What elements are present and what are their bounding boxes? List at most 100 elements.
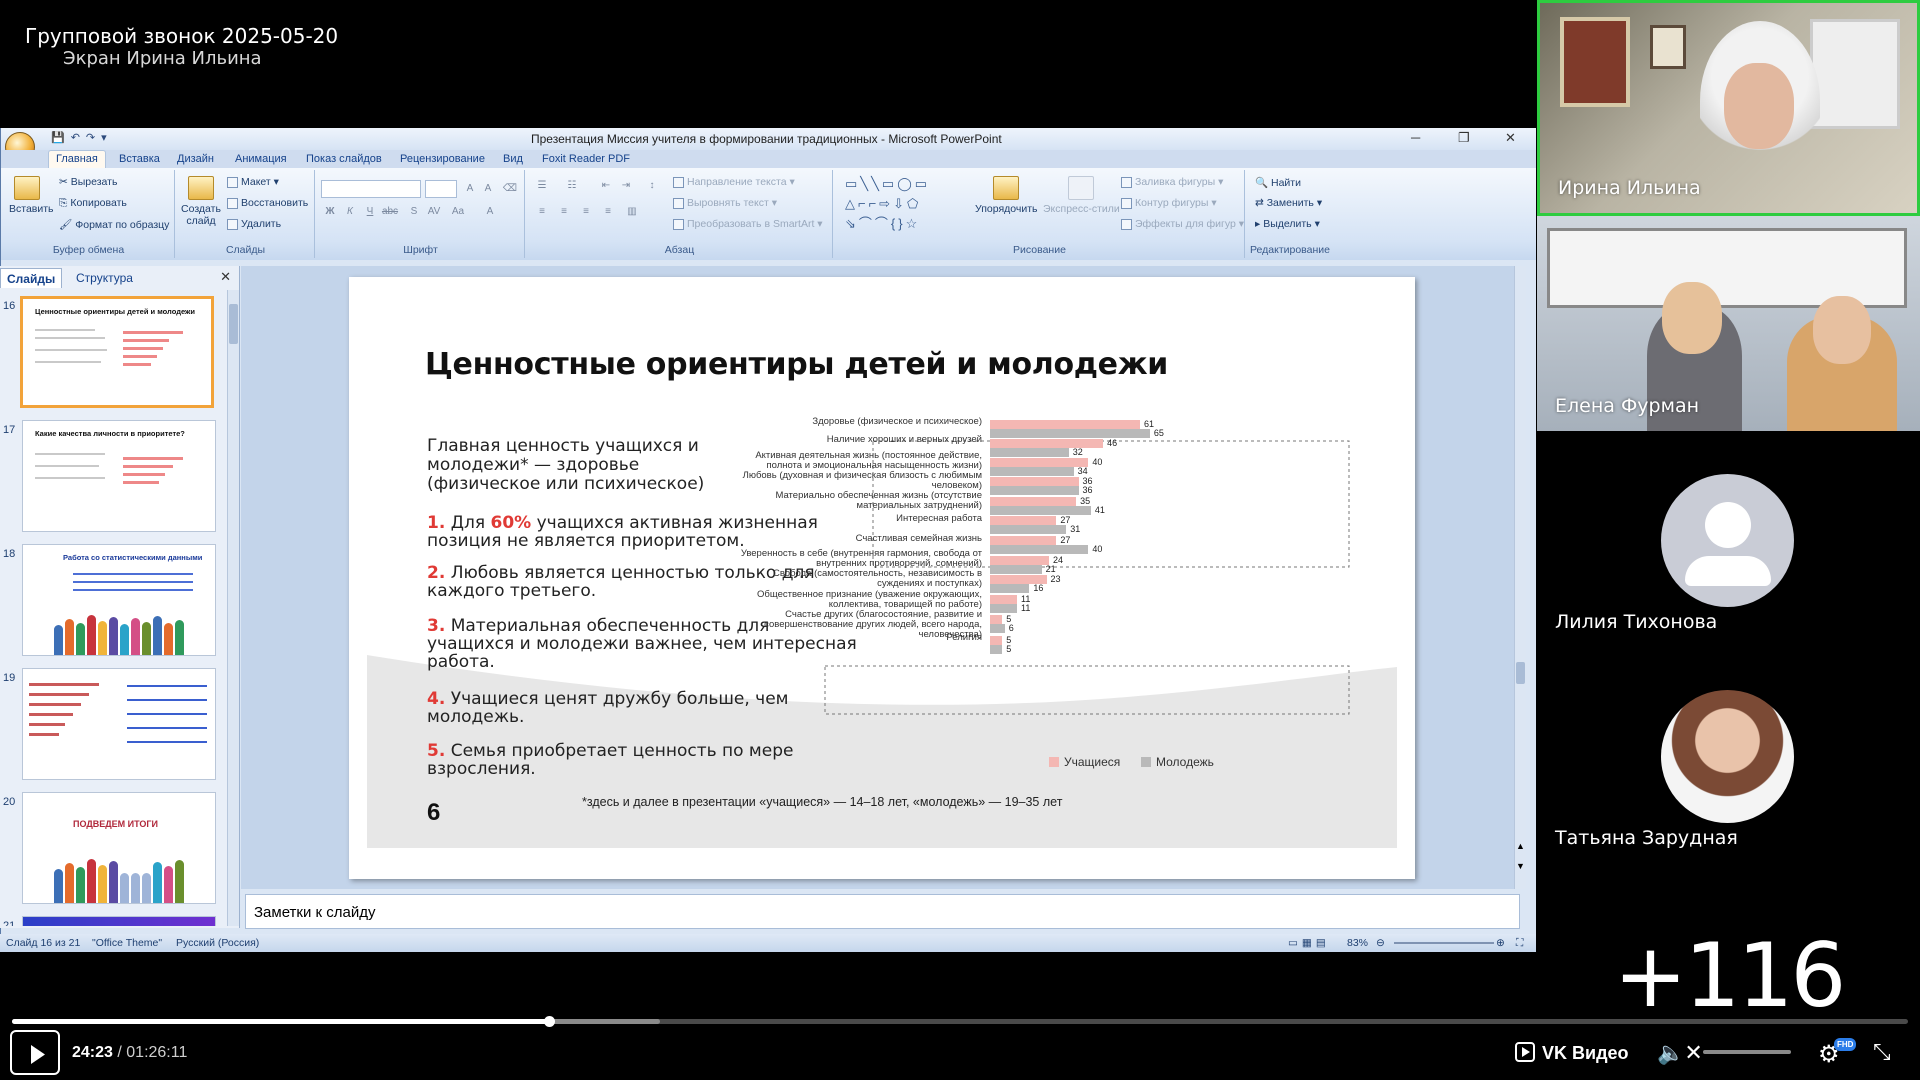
copy-button[interactable]: ⎘ Копировать: [59, 197, 127, 210]
shape-outline-button[interactable]: Контур фигуры ▾: [1121, 197, 1217, 209]
font-color-icon[interactable]: A: [481, 204, 499, 220]
thumb-slide-18[interactable]: Работа со статистическими данными: [22, 544, 216, 656]
replace-button[interactable]: ⇄ Заменить ▾: [1255, 197, 1322, 209]
format-painter-button[interactable]: 🖌 Формат по образцу: [59, 218, 169, 231]
layout-button[interactable]: Макет ▾: [227, 176, 279, 188]
select-button[interactable]: ▸ Выделить ▾: [1255, 218, 1320, 230]
thumb-line: [35, 349, 107, 351]
slide-notes[interactable]: Заметки к слайду: [245, 894, 1520, 929]
indent-icon[interactable]: ⇥: [617, 178, 635, 194]
mute-icon[interactable]: 🔈✕: [1657, 1040, 1703, 1066]
thumb-slide-16[interactable]: Ценностные ориентиры детей и молодежи: [20, 296, 214, 408]
next-slide-icon[interactable]: ▼: [1515, 861, 1526, 871]
thumb-slide-21[interactable]: [22, 916, 216, 926]
shape-effects-button[interactable]: Эффекты для фигур ▾: [1121, 218, 1244, 230]
shadow-icon[interactable]: S: [405, 204, 423, 220]
bar-value: 23: [1050, 574, 1061, 584]
play-button[interactable]: [10, 1030, 60, 1075]
cut-button[interactable]: ✂ Вырезать: [59, 176, 117, 188]
text-direction-button[interactable]: Направление текста ▾: [673, 176, 795, 188]
align-left-icon[interactable]: ≡: [533, 204, 551, 220]
quick-access-toolbar[interactable]: 💾↶↷▾: [51, 131, 113, 144]
paste-button[interactable]: Вставить: [9, 176, 54, 215]
smartart-button[interactable]: Преобразовать в SmartArt ▾: [673, 218, 823, 230]
zoom-slider[interactable]: [1394, 942, 1494, 944]
delete-slide-button[interactable]: Удалить: [227, 218, 281, 230]
font-name-combo[interactable]: [321, 180, 421, 198]
zoom-out-icon[interactable]: ⊖: [1376, 937, 1385, 949]
fullscreen-exit-icon[interactable]: ⤡: [1873, 1039, 1891, 1065]
tab-view[interactable]: Вид: [503, 153, 523, 165]
volume-slider[interactable]: [1703, 1050, 1791, 1054]
thumb-bar: [123, 473, 165, 476]
more-participants-count[interactable]: +116: [1537, 924, 1920, 1027]
wall-frame: [1650, 25, 1686, 69]
columns-icon[interactable]: ▥: [623, 204, 641, 220]
align-center-icon[interactable]: ≡: [555, 204, 573, 220]
grow-font-icon[interactable]: A: [461, 181, 479, 197]
progress-knob[interactable]: [543, 1016, 555, 1027]
thumb-slide-20[interactable]: ПОДВЕДЕМ ИТОГИ: [22, 792, 216, 904]
language-label: Русский (Россия): [176, 937, 260, 949]
quick-styles-button[interactable]: Экспресс-стили: [1043, 176, 1120, 215]
bar-value: 27: [1060, 515, 1071, 525]
find-button[interactable]: 🔍 Найти: [1255, 176, 1301, 189]
case-icon[interactable]: Aa: [449, 204, 467, 220]
participant-tile-3[interactable]: Лилия Тихонова: [1537, 432, 1920, 647]
participant-tile-1[interactable]: Ирина Ильина: [1537, 0, 1920, 216]
tab-insert[interactable]: Вставка: [119, 153, 160, 165]
italic-icon[interactable]: К: [341, 204, 359, 220]
shape-fill-button[interactable]: Заливка фигуры ▾: [1121, 176, 1223, 188]
tab-slideshow[interactable]: Показ слайдов: [306, 153, 382, 165]
prev-slide-icon[interactable]: ▲: [1515, 841, 1526, 851]
participant-tile-2[interactable]: Елена Фурман: [1537, 216, 1920, 431]
tab-outline[interactable]: Структура: [70, 268, 139, 288]
spacing-icon[interactable]: AV: [425, 204, 443, 220]
outdent-icon[interactable]: ⇤: [597, 178, 615, 194]
clear-format-icon[interactable]: ⌫: [501, 181, 519, 197]
tab-design[interactable]: Дизайн: [177, 153, 214, 165]
slide-scroll-thumb[interactable]: [1516, 662, 1525, 684]
user-head-icon: [1705, 502, 1751, 548]
zoom-in-icon[interactable]: ⊕: [1496, 937, 1505, 949]
tab-foxit[interactable]: Foxit Reader PDF: [542, 153, 630, 165]
shrink-font-icon[interactable]: A: [479, 181, 497, 197]
vk-video-logo[interactable]: VK Видео: [1515, 1042, 1629, 1064]
close-icon[interactable]: ✕: [1505, 130, 1516, 146]
bar-value: 21: [1045, 564, 1056, 574]
tab-animation[interactable]: Анимация: [235, 153, 287, 165]
editing-group-label: Редактирование: [1250, 244, 1330, 256]
font-size-combo[interactable]: [425, 180, 457, 198]
reset-button[interactable]: Восстановить: [227, 197, 308, 209]
line-spacing-icon[interactable]: ↕: [643, 178, 661, 194]
thumbs-scrollbar[interactable]: [227, 290, 239, 926]
view-buttons[interactable]: ▭▦▤: [1288, 937, 1330, 949]
bullets-icon[interactable]: ☰: [533, 178, 551, 194]
slide-16[interactable]: Ценностные ориентиры детей и молодежи Гл…: [349, 277, 1415, 879]
thumbs-scroll-thumb[interactable]: [229, 304, 238, 344]
slide-scrollbar[interactable]: ▲ ▼: [1514, 266, 1526, 889]
minimize-icon[interactable]: ─: [1411, 130, 1420, 145]
paragraph-group: ☰ ☷ ⇤ ⇥ ↕ ≡ ≡ ≡ ≡ ▥ Направление текста ▾…: [527, 170, 833, 258]
arrange-button[interactable]: Упорядочить: [975, 176, 1037, 215]
align-text-button[interactable]: Выровнять текст ▾: [673, 197, 777, 209]
bold-icon[interactable]: Ж: [321, 204, 339, 220]
tab-review[interactable]: Рецензирование: [400, 153, 485, 165]
tab-slides[interactable]: Слайды: [0, 268, 63, 288]
fit-window-icon[interactable]: ⛶: [1516, 937, 1523, 950]
bar-value: 41: [1094, 505, 1105, 515]
participant-tile-4[interactable]: Татьяна Зарудная: [1537, 648, 1920, 863]
panel-close-icon[interactable]: ✕: [220, 269, 231, 285]
thumb-slide-17[interactable]: Какие качества личности в приоритете?: [22, 420, 216, 532]
restore-icon[interactable]: ❐: [1458, 130, 1470, 146]
underline-icon[interactable]: Ч: [361, 204, 379, 220]
strike-icon[interactable]: abc: [381, 204, 399, 220]
shapes-gallery[interactable]: ▭╲╲▭◯▭ △⌐⌐⇨⇩⬠ ⇘⌒⌒{}☆: [845, 174, 930, 234]
justify-icon[interactable]: ≡: [599, 204, 617, 220]
align-right-icon[interactable]: ≡: [577, 204, 595, 220]
tab-home[interactable]: Главная: [48, 150, 106, 169]
numbering-icon[interactable]: ☷: [563, 178, 581, 194]
whiteboard: [1547, 228, 1907, 308]
new-slide-button[interactable]: Создать слайд: [181, 176, 221, 227]
thumb-slide-19[interactable]: [22, 668, 216, 780]
